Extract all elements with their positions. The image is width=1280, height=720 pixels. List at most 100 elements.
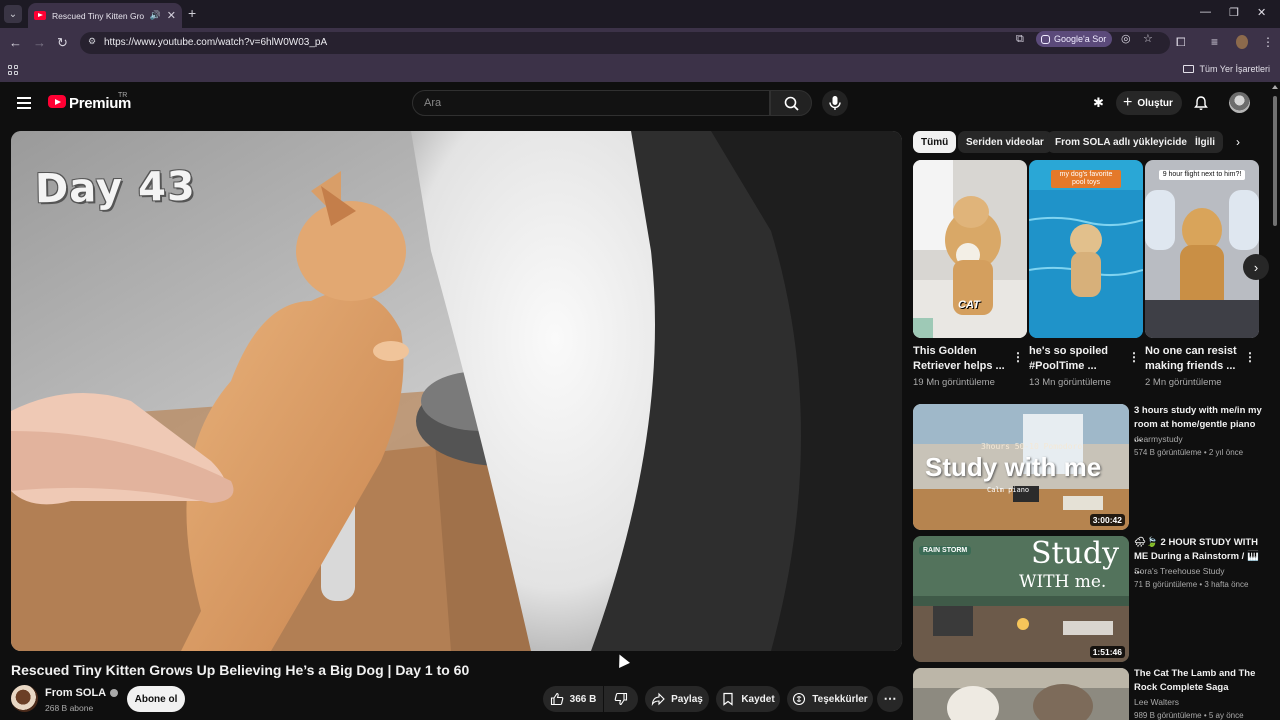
subscriber-count: 268 B abone [45, 703, 94, 713]
short-title-line: he's so spoiled [1029, 345, 1109, 357]
youtube-logo-icon[interactable] [48, 95, 66, 108]
more-horizontal-icon: ⋯ [883, 691, 897, 706]
google-ask-label: Google'a Sor [1054, 34, 1107, 44]
thumbnail-text: WITH me. [1019, 572, 1107, 592]
profile-avatar[interactable] [1236, 35, 1248, 49]
like-button[interactable]: 366 B [543, 686, 603, 712]
minimize-window-button[interactable]: — [1200, 6, 1211, 18]
google-ask-button[interactable]: Google'a Sor [1036, 31, 1112, 47]
short-title-line: #PoolTime ... [1029, 360, 1097, 372]
chip-from-uploader[interactable]: From SOLA adlı yükleyiciden [1047, 131, 1201, 153]
recommended-video-thumbnail[interactable] [913, 668, 1129, 720]
recommended-video-title[interactable]: The Cat The Lamb and The Rock Complete S… [1134, 667, 1262, 695]
premium-extension-icon[interactable]: ✱ [1093, 96, 1107, 110]
recommended-channel[interactable]: Sora's Treehouse Study [1134, 566, 1224, 576]
short-title-line: This Golden [913, 345, 977, 357]
all-bookmarks-button[interactable]: Tüm Yer İşaretleri [1183, 64, 1270, 74]
short-views: 2 Mn görüntüleme [1145, 377, 1222, 388]
bookmark-star-icon[interactable]: ☆ [1143, 33, 1153, 45]
apps-grid-icon[interactable] [8, 65, 18, 75]
short-title-line: No one can resist [1145, 345, 1237, 357]
new-tab-button[interactable]: + [188, 6, 196, 20]
create-label: Oluştur [1137, 97, 1173, 109]
voice-search-button[interactable] [822, 90, 848, 116]
search-icon [784, 96, 799, 111]
install-app-icon[interactable]: ⧉ [1016, 33, 1024, 45]
channel-avatar[interactable] [11, 685, 38, 712]
video-duration: 1:51:46 [1089, 646, 1125, 658]
mouse-cursor-icon [614, 652, 630, 668]
search-box [412, 90, 770, 116]
tracking-protection-icon[interactable]: ◎ [1121, 33, 1131, 45]
video-title: Rescued Tiny Kitten Grows Up Believing H… [11, 662, 470, 678]
thanks-button[interactable]: Teşekkürler [787, 686, 873, 712]
url-text[interactable]: https://www.youtube.com/watch?v=6hlW0W03… [104, 37, 327, 48]
recommended-video-thumbnail[interactable]: 3hours 50-10 Pomodoro Study with me Calm… [913, 404, 1129, 530]
short-thumbnail[interactable]: CAT [913, 160, 1027, 338]
short-more-icon[interactable]: ⋮ [1128, 350, 1140, 364]
short-more-icon[interactable]: ⋮ [1012, 350, 1024, 364]
browser-menu-icon[interactable]: ⋮ [1262, 36, 1274, 48]
save-button[interactable]: Kaydet [716, 686, 780, 712]
bookmark-icon [723, 692, 733, 706]
audio-playing-icon[interactable]: 🔊 [150, 10, 161, 21]
forward-arrow-icon[interactable]: → [33, 36, 46, 50]
channel-name[interactable]: From SOLA [45, 687, 119, 699]
short-title[interactable]: This Golden Retriever helps ... [913, 344, 1009, 374]
back-arrow-icon[interactable]: ← [9, 36, 22, 50]
short-views: 13 Mn görüntüleme [1029, 377, 1111, 388]
create-button[interactable]: + Oluştur [1116, 91, 1182, 115]
recommended-meta: 989 B görüntüleme • 5 ay önce [1134, 711, 1244, 720]
search-input[interactable] [413, 91, 733, 115]
page-scrollbar[interactable] [1270, 82, 1280, 720]
notifications-bell-icon[interactable] [1193, 95, 1209, 111]
dislike-button[interactable] [604, 686, 638, 712]
short-overlay-text: my dog's favorite pool toys [1051, 170, 1121, 188]
restore-window-button[interactable]: ❐ [1229, 6, 1239, 19]
share-arrow-icon [651, 692, 665, 706]
short-more-icon[interactable]: ⋮ [1244, 350, 1256, 364]
verified-badge-icon [110, 689, 119, 697]
share-button[interactable]: Paylaş [645, 686, 709, 712]
close-window-button[interactable]: ✕ [1257, 6, 1266, 19]
short-thumbnail[interactable]: 9 hour flight next to him?! [1145, 160, 1259, 338]
subscribe-button[interactable]: Abone ol [127, 686, 185, 712]
chips-next-chevron-icon[interactable]: › [1236, 136, 1246, 148]
guide-menu-icon[interactable] [17, 97, 31, 109]
tab-title: Rescued Tiny Kitten Grows [52, 10, 144, 21]
account-avatar[interactable] [1229, 92, 1250, 113]
microphone-icon [829, 96, 841, 110]
recommended-meta: 574 B görüntüleme • 2 yıl önce [1134, 448, 1244, 457]
google-lens-icon [1041, 34, 1050, 44]
shorts-next-button[interactable]: › [1243, 254, 1269, 280]
short-thumbnail[interactable]: my dog's favorite pool toys [1029, 160, 1143, 338]
share-label: Paylaş [671, 693, 703, 705]
short-title[interactable]: No one can resist making friends ... [1145, 344, 1241, 374]
recommended-video-thumbnail[interactable]: RAIN STORM Study WITH me. 1:51:46 [913, 536, 1129, 662]
address-bar[interactable]: ⚙ https://www.youtube.com/watch?v=6hlW0W… [80, 32, 1170, 54]
folder-icon [1183, 65, 1195, 73]
short-overlay-text: 9 hour flight next to him?! [1159, 170, 1245, 180]
scroll-up-arrow-icon[interactable] [1272, 85, 1278, 89]
video-player[interactable]: Day 43 [11, 131, 902, 651]
media-controls-icon[interactable]: ≡ [1211, 36, 1218, 48]
browser-tab[interactable]: Rescued Tiny Kitten Grows 🔊 ✕ [28, 3, 182, 28]
reload-icon[interactable]: ↻ [57, 36, 68, 50]
tab-search-button[interactable]: ⌄ [4, 5, 22, 23]
close-tab-icon[interactable]: ✕ [167, 9, 176, 22]
chip-related[interactable]: İlgili [1187, 131, 1223, 153]
extensions-icon[interactable]: ⧠ [1176, 36, 1186, 48]
thumbnail-text: Study [1031, 536, 1120, 571]
search-button[interactable] [770, 90, 812, 116]
chip-all[interactable]: Tümü [913, 131, 957, 153]
thumbs-up-icon [550, 692, 563, 706]
recommended-channel[interactable]: dearmystudy [1134, 434, 1183, 444]
youtube-favicon-icon [34, 11, 46, 20]
recommended-channel[interactable]: Lee Walters [1134, 697, 1179, 707]
site-info-icon[interactable]: ⚙ [88, 36, 98, 48]
more-actions-button[interactable]: ⋯ [877, 686, 903, 712]
super-thanks-icon [793, 692, 806, 706]
scrollbar-thumb[interactable] [1273, 96, 1277, 226]
chip-series[interactable]: Seriden videolar [958, 131, 1052, 153]
short-title[interactable]: he's so spoiled #PoolTime ... [1029, 344, 1125, 374]
